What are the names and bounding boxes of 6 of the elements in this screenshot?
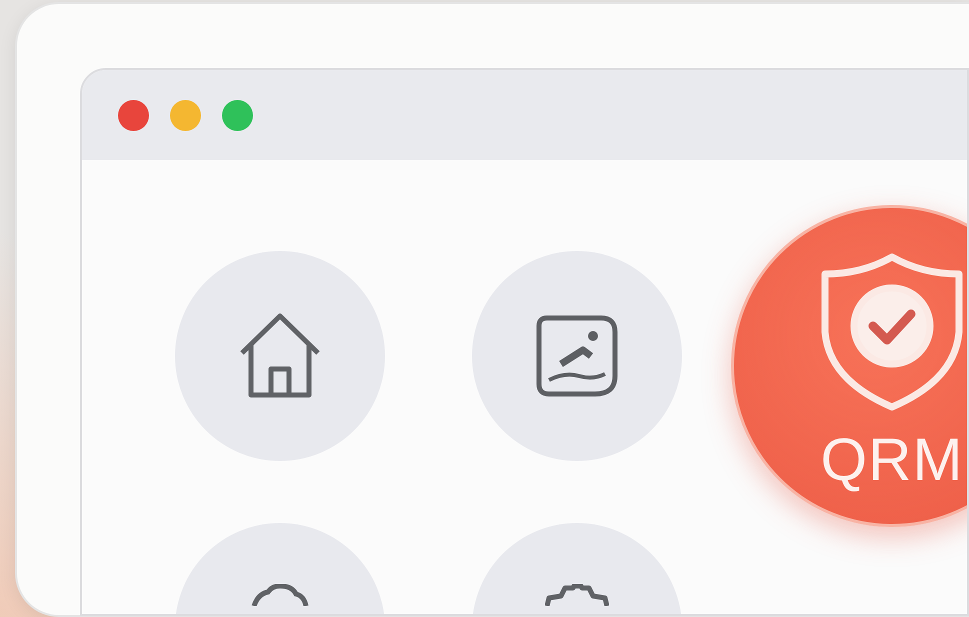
picture-icon bbox=[535, 314, 619, 398]
window-control[interactable] bbox=[222, 100, 253, 130]
cloud-icon bbox=[250, 584, 310, 606]
gear-icon bbox=[545, 584, 609, 606]
window-control[interactable] bbox=[118, 100, 149, 130]
app-tile[interactable]: QRM bbox=[731, 205, 967, 527]
